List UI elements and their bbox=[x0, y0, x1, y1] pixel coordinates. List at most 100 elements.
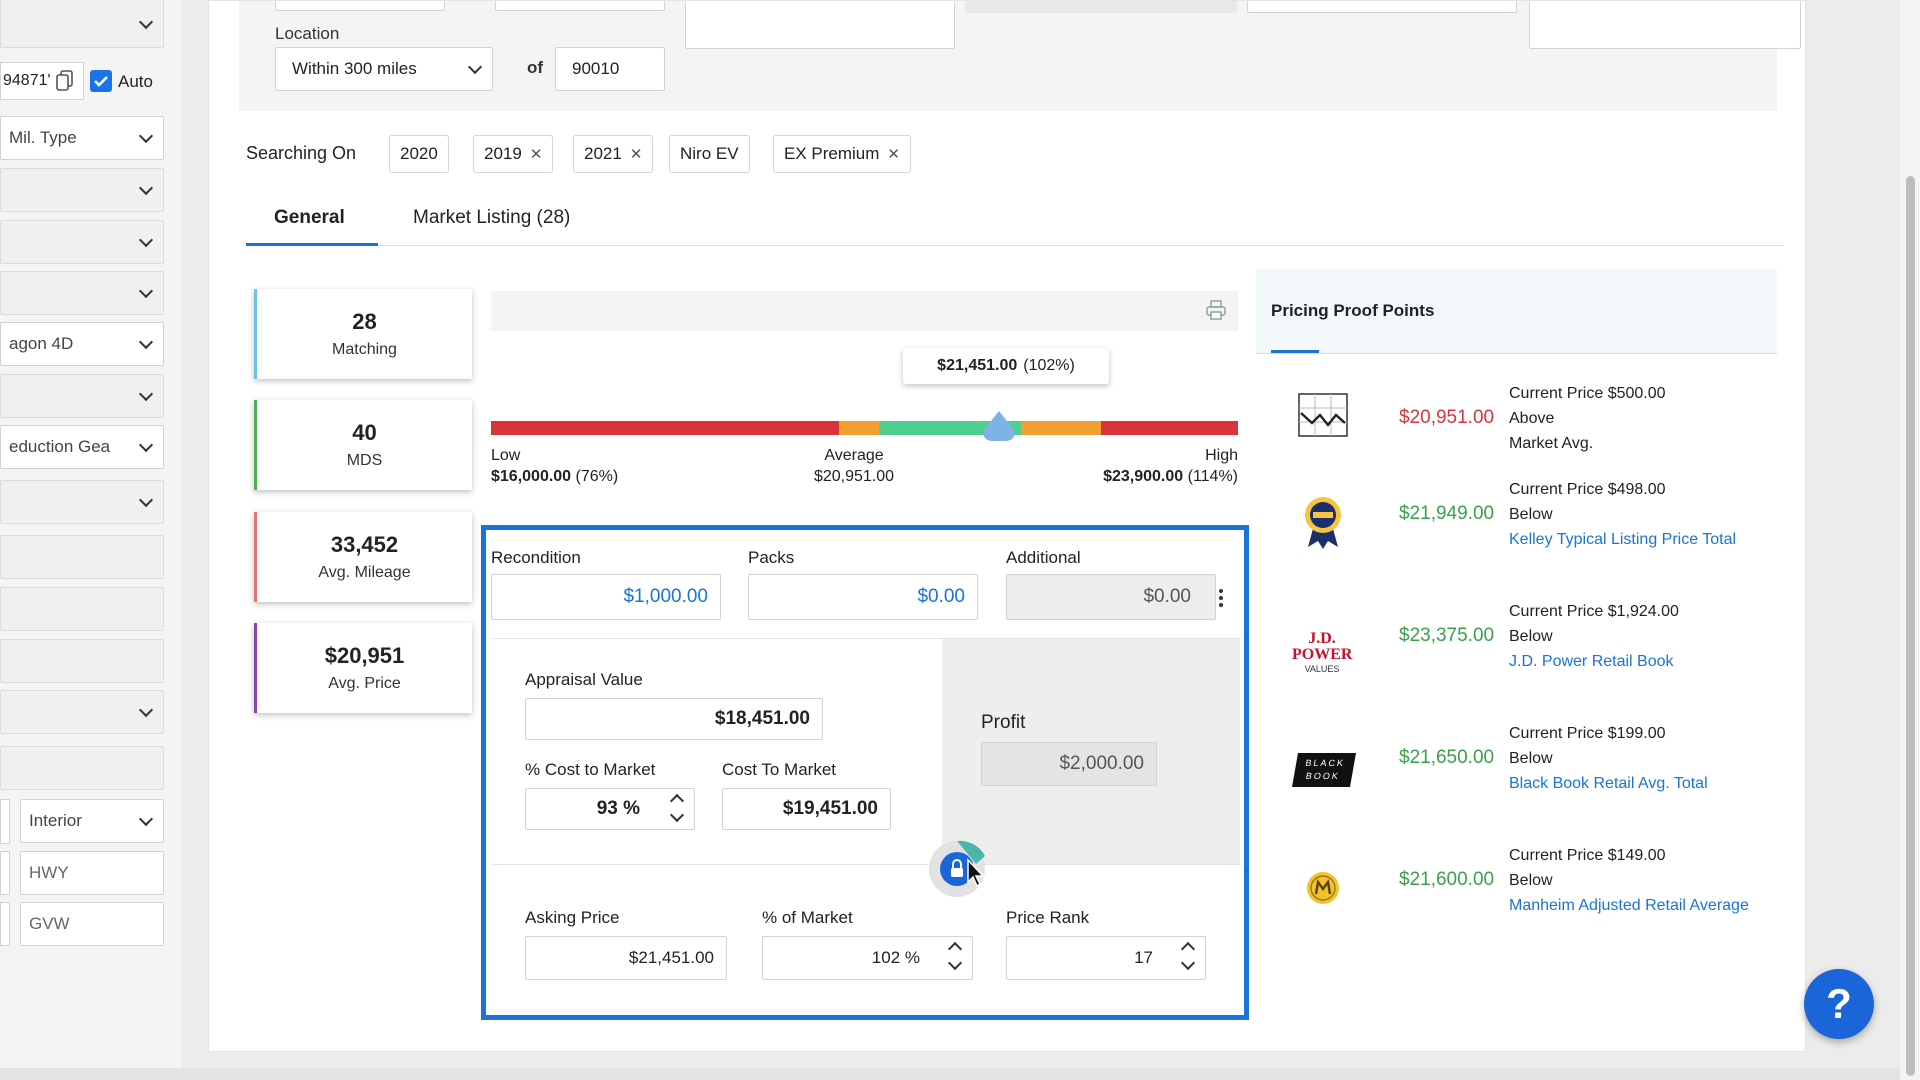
stepper-arrows-icon[interactable] bbox=[948, 941, 962, 971]
recondition-input[interactable]: $1,000.00 bbox=[491, 574, 721, 620]
chip-label: 2019 bbox=[484, 144, 522, 163]
proof-text-line: Current Price $498.00 bbox=[1509, 481, 1666, 498]
gvw-input[interactable]: GVW bbox=[20, 902, 164, 946]
proof-source-link[interactable]: Kelley Typical Listing Price Total bbox=[1509, 527, 1799, 552]
sidebar-input-3[interactable] bbox=[0, 639, 164, 683]
sidebar-input-2[interactable] bbox=[0, 587, 164, 631]
divider bbox=[491, 864, 1241, 865]
auto-label: Auto bbox=[118, 72, 153, 91]
close-icon[interactable]: ✕ bbox=[630, 147, 643, 162]
proof-description: Current Price $500.00 Above Market Avg. bbox=[1509, 381, 1799, 456]
profit-value: $2,000.00 bbox=[981, 742, 1157, 786]
tab-market-listing[interactable]: Market Listing (28) bbox=[413, 207, 570, 229]
proof-text-line: Above bbox=[1509, 410, 1555, 427]
stat-label: Matching bbox=[332, 341, 397, 358]
gauge-high-value: $23,900.00 (114%) bbox=[1103, 468, 1238, 485]
interior-select[interactable]: Interior bbox=[20, 799, 164, 843]
search-chip[interactable]: Niro EV bbox=[669, 135, 750, 173]
pct-cost-to-market-stepper[interactable]: 93 % bbox=[525, 788, 695, 830]
sidebar-input-4[interactable] bbox=[0, 746, 164, 790]
stat-card: $20,951 Avg. Price bbox=[254, 623, 472, 713]
filter-select-d[interactable] bbox=[1529, 1, 1801, 49]
sidebar-input-6[interactable] bbox=[0, 851, 10, 895]
profit-label: Profit bbox=[981, 712, 1026, 733]
filter-input-c[interactable] bbox=[1247, 1, 1517, 13]
bottom-scroll-strip bbox=[0, 1068, 1900, 1080]
search-chip[interactable]: 2020 bbox=[389, 135, 449, 173]
help-button[interactable]: ? bbox=[1804, 969, 1874, 1039]
packs-label: Packs bbox=[748, 548, 795, 567]
chevron-down-icon bbox=[138, 811, 154, 827]
chevron-down-icon bbox=[138, 180, 154, 196]
proof-text-line: Current Price $500.00 bbox=[1509, 385, 1666, 402]
price-rank-stepper[interactable]: 17 bbox=[1006, 936, 1206, 980]
proof-text-line: Below bbox=[1509, 506, 1553, 523]
stat-value: 33,452 bbox=[330, 532, 399, 557]
filter-input-b[interactable] bbox=[495, 1, 665, 11]
cost-to-market-label: Cost To Market bbox=[722, 760, 837, 779]
sidebar-select-4[interactable] bbox=[0, 374, 164, 418]
gauge-segment-high bbox=[1101, 421, 1238, 435]
auto-checkbox[interactable] bbox=[90, 70, 112, 92]
search-chip[interactable]: 2019 ✕ bbox=[473, 135, 554, 173]
location-radius-select[interactable]: Within 300 miles bbox=[275, 47, 493, 91]
gauge-price-marker[interactable] bbox=[981, 409, 1017, 443]
stepper-arrows-icon[interactable] bbox=[1181, 941, 1195, 971]
stepper-arrows-icon[interactable] bbox=[670, 793, 684, 823]
packs-input[interactable]: $0.00 bbox=[748, 574, 978, 620]
transmission-select[interactable]: eduction Gea bbox=[0, 425, 164, 469]
proof-text-line: Current Price $199.00 bbox=[1509, 725, 1666, 742]
close-icon[interactable]: ✕ bbox=[530, 147, 543, 162]
asking-price-tooltip: $21,451.00 (102%) bbox=[903, 348, 1109, 384]
proof-text-line: Current Price $149.00 bbox=[1509, 847, 1666, 864]
gauge-low-value: $16,000.00 (76%) bbox=[491, 468, 619, 485]
scrollbar-thumb[interactable] bbox=[1906, 176, 1915, 1076]
search-chip[interactable]: EX Premium ✕ bbox=[773, 135, 911, 173]
proof-source-link[interactable]: Black Book Retail Avg. Total bbox=[1509, 771, 1799, 796]
close-icon[interactable]: ✕ bbox=[887, 147, 900, 162]
gauge-header-bar bbox=[491, 291, 1238, 331]
filter-slider-track[interactable] bbox=[965, 1, 1237, 13]
mileage-type-select[interactable]: Mil. Type bbox=[0, 116, 164, 160]
appraisal-value-input[interactable]: $18,451.00 bbox=[525, 698, 823, 740]
pricing-proof-header: Pricing Proof Points bbox=[1256, 269, 1777, 353]
proof-price: $21,949.00 bbox=[1399, 503, 1495, 524]
print-icon[interactable] bbox=[1205, 299, 1227, 321]
tab-general[interactable]: General bbox=[274, 207, 345, 229]
pct-cost-to-market-label: % Cost to Market bbox=[525, 760, 656, 779]
price-gauge-bar bbox=[491, 421, 1238, 435]
hwy-input[interactable]: HWY bbox=[20, 851, 164, 895]
sidebar-select-6[interactable] bbox=[0, 690, 164, 734]
sidebar-select-3[interactable] bbox=[0, 271, 164, 315]
pct-of-market-stepper[interactable]: 102 % bbox=[762, 936, 973, 980]
filter-panel: Location Within 300 miles of 90010 bbox=[239, 1, 1801, 111]
zip-input[interactable]: 90010 bbox=[555, 47, 665, 91]
sidebar-input-5[interactable] bbox=[0, 799, 10, 844]
chevron-down-icon bbox=[138, 283, 154, 299]
tab-active-indicator bbox=[246, 243, 378, 246]
kebab-menu-icon[interactable] bbox=[1218, 588, 1224, 608]
sidebar-input-1[interactable] bbox=[0, 535, 164, 579]
of-label: of bbox=[527, 58, 544, 77]
sidebar-select-5[interactable] bbox=[0, 480, 164, 524]
stat-value: $20,951 bbox=[324, 643, 405, 668]
proof-source-link[interactable]: J.D. Power Retail Book bbox=[1509, 649, 1799, 674]
stat-card: 33,452 Avg. Mileage bbox=[254, 512, 472, 602]
proof-source-link[interactable]: Manheim Adjusted Retail Average bbox=[1509, 893, 1799, 918]
stat-label: MDS bbox=[346, 452, 383, 469]
filter-input-a[interactable] bbox=[275, 1, 445, 11]
lock-toggle-icon[interactable] bbox=[926, 836, 988, 898]
filter-range-box[interactable] bbox=[685, 1, 955, 49]
cost-to-market-input[interactable]: $19,451.00 bbox=[722, 788, 891, 830]
copy-icon[interactable] bbox=[56, 70, 74, 92]
sidebar-input-7[interactable] bbox=[0, 902, 10, 946]
sidebar-select-top[interactable] bbox=[0, 0, 164, 48]
sidebar-select-1[interactable] bbox=[0, 168, 164, 212]
asking-price-input[interactable]: $21,451.00 bbox=[525, 936, 727, 980]
body-type-select[interactable]: agon 4D bbox=[0, 322, 164, 366]
proof-text-line: Below bbox=[1509, 628, 1553, 645]
divider bbox=[1256, 353, 1777, 354]
search-chip[interactable]: 2021 ✕ bbox=[573, 135, 654, 173]
page-scrollbar[interactable] bbox=[1900, 0, 1920, 1080]
sidebar-select-2[interactable] bbox=[0, 220, 164, 264]
